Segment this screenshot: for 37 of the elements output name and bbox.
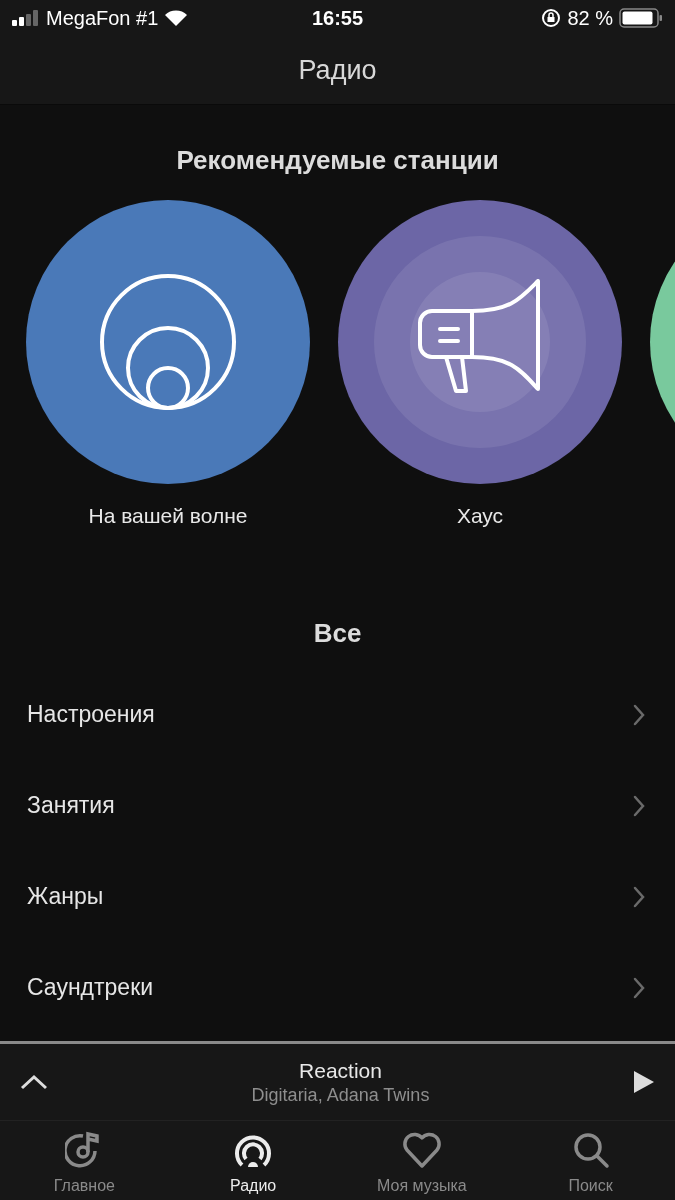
category-label: Жанры	[27, 883, 104, 910]
section-heading: Рекомендуемые станции	[175, 145, 500, 176]
heart-icon	[401, 1131, 442, 1169]
category-row[interactable]: Настроения	[0, 669, 675, 760]
clock: 16:55	[311, 6, 364, 30]
chevron-right-icon	[633, 794, 645, 817]
screen-title: Радио	[298, 54, 377, 86]
chevron-up-icon	[20, 1074, 48, 1090]
tab-item[interactable]: Поиск	[506, 1121, 675, 1200]
category-label: Занятия	[27, 792, 115, 819]
station-label: Хаус	[456, 504, 504, 528]
battery-icon	[619, 8, 663, 28]
chevron-right-icon	[633, 976, 645, 999]
play-button[interactable]	[633, 1070, 655, 1094]
battery-percent: 82 %	[567, 6, 613, 30]
category-row[interactable]: Саундтреки	[0, 942, 675, 1033]
chevron-right-icon	[633, 885, 645, 908]
category-label: Саундтреки	[27, 974, 154, 1001]
category-row[interactable]: Занятия	[0, 760, 675, 851]
tab-item[interactable]: Радио	[168, 1121, 338, 1200]
concentric-circles-icon	[98, 272, 238, 412]
wifi-icon	[164, 9, 189, 27]
mini-player[interactable]: Reaction Digitaria, Adana Twins	[0, 1041, 675, 1120]
section-heading: Все	[312, 618, 363, 649]
track-artist: Digitaria, Adana Twins	[251, 1084, 430, 1106]
category-row[interactable]: Жанры	[0, 851, 675, 942]
expand-button[interactable]	[20, 1074, 48, 1090]
rotation-lock-icon	[541, 8, 562, 28]
signal-icon	[12, 10, 40, 26]
track-title: Reaction	[299, 1058, 382, 1083]
carrier-name: MegaFon #1	[46, 6, 159, 30]
station-label: На вашей волне	[88, 504, 248, 528]
tab-item[interactable]: Моя музыка	[337, 1121, 507, 1200]
category-label: Настроения	[27, 701, 155, 728]
play-icon	[633, 1070, 655, 1094]
tab-item[interactable]: Главное	[0, 1121, 169, 1200]
chevron-right-icon	[633, 703, 645, 726]
